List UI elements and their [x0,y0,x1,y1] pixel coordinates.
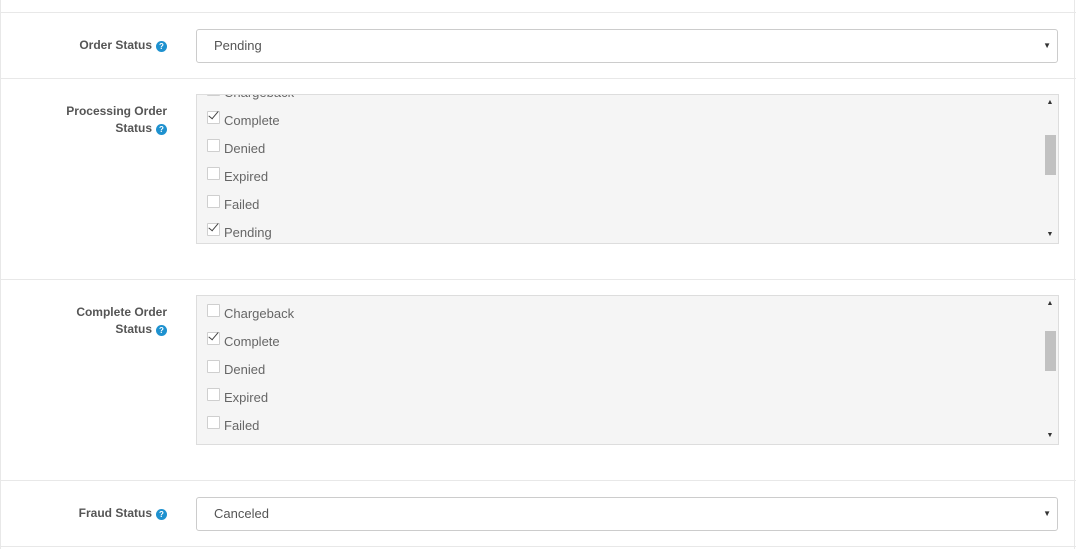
checkbox-item[interactable]: Denied [207,139,265,159]
divider [1,480,1076,481]
checkbox-label: Chargeback [224,306,295,321]
scroll-up-arrow-icon[interactable]: ▲ [1042,296,1058,312]
checkbox-label: Complete [224,113,280,128]
processing-scrollbar[interactable]: ▲ ▼ [1042,95,1058,243]
divider [1,279,1076,280]
checkbox-label: Chargeback [224,95,294,100]
scroll-down-arrow-icon[interactable]: ▼ [1042,428,1058,444]
checkbox-label: Failed [224,418,260,433]
checkbox-item[interactable]: Failed [207,195,259,215]
checkbox-item[interactable]: Complete [207,111,280,131]
question-circle-icon[interactable]: ? [156,124,167,135]
question-circle-icon[interactable]: ? [156,509,167,520]
scroll-down-arrow-icon[interactable]: ▼ [1042,227,1058,243]
checkbox-unchecked[interactable] [207,139,220,152]
checkbox-unchecked[interactable] [207,416,220,429]
checkbox-item[interactable]: Chargeback [207,95,294,103]
question-circle-icon[interactable]: ? [156,325,167,336]
processing-order-status-label-line1: Processing Order [66,104,167,118]
divider [1,12,1076,13]
checkbox-checked[interactable] [207,111,220,124]
order-status-selected-value: Pending [214,38,262,53]
checkbox-label: Complete [224,334,280,349]
checkbox-label: Denied [224,362,266,377]
order-status-select[interactable]: Pending ▼ [196,29,1058,63]
checkbox-item[interactable]: Pending [207,223,272,243]
checkbox-label: Pending [224,225,272,240]
checkbox-label: Expired [224,390,269,405]
scrollbar-thumb[interactable] [1045,331,1056,371]
scrollbar-thumb[interactable] [1045,135,1056,175]
checkbox-checked[interactable] [207,332,220,345]
settings-panel: Order Status? Pending ▼ Processing Order… [0,0,1076,549]
checkbox-unchecked[interactable] [207,304,220,317]
checkbox-label: Expired [224,169,269,184]
question-circle-icon[interactable]: ? [156,41,167,52]
checkbox-unchecked[interactable] [207,360,220,373]
checkbox-unchecked[interactable] [207,167,220,180]
checkbox-unchecked[interactable] [207,195,220,208]
fraud-status-select[interactable]: Canceled ▼ [196,497,1058,531]
complete-order-status-checklist[interactable]: Chargeback Complete Denied Expired Failed ▲ … [196,295,1059,445]
checkbox-item[interactable]: Failed [207,416,259,436]
divider [1,78,1076,79]
checkbox-label: Denied [224,141,266,156]
caret-down-icon: ▼ [1043,41,1051,50]
checkbox-label: Failed [224,197,260,212]
fraud-status-label: Fraud Status [78,506,152,520]
complete-scrollbar[interactable]: ▲ ▼ [1042,296,1058,444]
order-status-label: Order Status [79,38,152,52]
checkbox-item[interactable]: Expired [207,388,268,408]
checkbox-unchecked[interactable] [207,95,220,96]
complete-order-status-label-line2: Status [115,322,152,336]
checkbox-unchecked[interactable] [207,388,220,401]
checkbox-checked[interactable] [207,223,220,236]
fraud-status-selected-value: Canceled [214,506,269,521]
scroll-up-arrow-icon[interactable]: ▲ [1042,95,1058,111]
checkbox-item[interactable]: Complete [207,332,280,352]
caret-down-icon: ▼ [1043,509,1051,518]
checkbox-item[interactable]: Chargeback [207,304,294,324]
processing-order-status-label-line2: Status [115,121,152,135]
divider [1,546,1076,547]
complete-order-status-label-line1: Complete Order [76,305,167,319]
checkbox-item[interactable]: Denied [207,360,265,380]
checkbox-item[interactable]: Expired [207,167,268,187]
processing-order-status-checklist[interactable]: Chargeback Complete Denied Expired Failed Pen… [196,94,1059,244]
